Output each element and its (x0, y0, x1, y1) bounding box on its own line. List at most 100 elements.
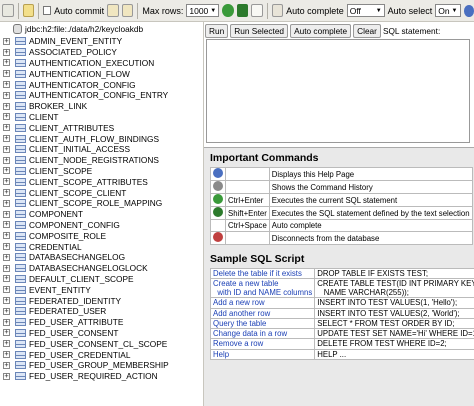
tree-table-row[interactable]: + AUTHENTICATION_FLOW (0, 68, 203, 79)
refresh-icon[interactable] (2, 4, 14, 17)
auto-complete-button[interactable]: Auto complete (290, 24, 352, 38)
tree-table-row[interactable]: + CLIENT_SCOPE_CLIENT (0, 187, 203, 198)
tree-table-row[interactable]: + CLIENT_SCOPE (0, 166, 203, 177)
expand-icon[interactable]: + (3, 156, 10, 164)
auto-complete-select[interactable]: Off ▼ (346, 4, 385, 17)
tree-table-row[interactable]: + CLIENT (0, 112, 203, 123)
expand-icon[interactable]: + (3, 297, 10, 305)
disconnect-icon (213, 232, 223, 242)
expand-icon[interactable]: + (3, 102, 10, 110)
tree-table-row[interactable]: + BROKER_LINK (0, 101, 203, 112)
tree-table-row[interactable]: + AUTHENTICATOR_CONFIG_ENTRY (0, 90, 203, 101)
tree-table-row[interactable]: + FED_USER_CREDENTIAL (0, 349, 203, 360)
expand-icon[interactable]: + (3, 210, 10, 218)
sample-link[interactable]: Help (213, 350, 312, 359)
sample-sql-cell: DROP TABLE IF EXISTS TEST; (314, 267, 474, 280)
run-selected-button[interactable]: Run Selected (230, 24, 289, 38)
expand-icon[interactable]: + (3, 37, 10, 45)
sample-sql-cell: CREATE TABLE TEST(ID INT PRIMARY KEY, NA… (314, 278, 474, 299)
sample-link[interactable]: Add another row (213, 309, 312, 318)
expand-icon[interactable]: + (3, 48, 10, 56)
tree-table-row[interactable]: + FED_USER_GROUP_MEMBERSHIP (0, 360, 203, 371)
expand-icon[interactable]: + (3, 318, 10, 326)
tree-table-row[interactable]: + COMPONENT_CONFIG (0, 220, 203, 231)
run-selected-icon[interactable] (236, 4, 249, 17)
tree-table-row[interactable]: + CLIENT_SCOPE_ROLE_MAPPING (0, 198, 203, 209)
expand-icon[interactable]: + (3, 135, 10, 143)
max-rows-select[interactable]: 1000 ▼ (186, 4, 220, 17)
sample-link[interactable]: Remove a row (213, 339, 312, 348)
tree-table-row[interactable]: + ADMIN_EVENT_ENTITY (0, 36, 203, 47)
tree-table-row[interactable]: + FED_USER_CONSENT_CL_SCOPE (0, 338, 203, 349)
tree-table-row[interactable]: + AUTHENTICATION_EXECUTION (0, 58, 203, 69)
expand-icon[interactable]: + (3, 329, 10, 337)
expand-icon[interactable]: + (3, 221, 10, 229)
sample-row: Add a new row INSERT INTO TEST VALUES(1, … (209, 297, 474, 309)
expand-icon[interactable]: + (3, 59, 10, 67)
table-name: DATABASECHANGELOGLOCK (29, 263, 148, 274)
command-icon-cell (210, 193, 226, 207)
tree-table-row[interactable]: + FED_USER_ATTRIBUTE (0, 317, 203, 328)
tree-table-row[interactable]: + DEFAULT_CLIENT_SCOPE (0, 274, 203, 285)
expand-icon[interactable]: + (3, 199, 10, 207)
key-icon[interactable] (22, 4, 35, 17)
tree-table-row[interactable]: + AUTHENTICATOR_CONFIG (0, 79, 203, 90)
expand-icon[interactable]: + (3, 361, 10, 369)
tree-table-row[interactable]: + FEDERATED_USER (0, 306, 203, 317)
sql-input[interactable] (206, 39, 470, 143)
auto-select-select[interactable]: On ▼ (435, 4, 461, 17)
tree-table-row[interactable]: + ASSOCIATED_POLICY (0, 47, 203, 58)
table-name: CLIENT_SCOPE_ROLE_MAPPING (29, 198, 163, 209)
sample-sql: SELECT * FROM TEST ORDER BY ID; (317, 318, 455, 328)
expand-icon[interactable]: + (3, 70, 10, 78)
table-icon (15, 134, 26, 143)
commit-icon[interactable] (121, 4, 134, 17)
tree-table-row[interactable]: + FED_USER_REQUIRED_ACTION (0, 371, 203, 382)
sample-link[interactable]: Add a new row (213, 298, 312, 307)
tree-table-row[interactable]: + DATABASECHANGELOG (0, 252, 203, 263)
history-icon[interactable] (251, 4, 263, 17)
run-button[interactable]: Run (205, 24, 229, 38)
expand-icon[interactable]: + (3, 113, 10, 121)
run-icon[interactable] (222, 4, 234, 17)
tree-table-row[interactable]: + CLIENT_NODE_REGISTRATIONS (0, 155, 203, 166)
sample-link[interactable]: Delete the table if it exists (213, 269, 312, 278)
sample-link[interactable]: Query the table (213, 319, 312, 328)
tree-table-row[interactable]: + FED_USER_CONSENT (0, 328, 203, 339)
sample-link[interactable]: with ID and NAME columns (213, 288, 312, 297)
help-icon[interactable] (463, 4, 474, 17)
rollback-icon[interactable] (107, 4, 119, 17)
expand-icon[interactable]: + (3, 243, 10, 251)
expand-icon[interactable]: + (3, 91, 10, 99)
tree-table-row[interactable]: + EVENT_ENTITY (0, 284, 203, 295)
tree-table-row[interactable]: + COMPOSITE_ROLE (0, 230, 203, 241)
sample-link[interactable]: Create a new table (213, 279, 312, 288)
tree-table-row[interactable]: + COMPONENT (0, 209, 203, 220)
auto-commit-checkbox[interactable] (43, 6, 52, 15)
expand-icon[interactable]: + (3, 178, 10, 186)
expand-icon[interactable]: + (3, 145, 10, 153)
tree-table-row[interactable]: + CLIENT_ATTRIBUTES (0, 122, 203, 133)
expand-icon[interactable]: + (3, 372, 10, 380)
tree-table-row[interactable]: + CLIENT_SCOPE_ATTRIBUTES (0, 176, 203, 187)
expand-icon[interactable]: + (3, 351, 10, 358)
expand-icon[interactable]: + (3, 253, 10, 261)
expand-icon[interactable]: + (3, 275, 10, 283)
sample-link[interactable]: Change data in a row (213, 329, 312, 338)
expand-icon[interactable]: + (3, 286, 10, 294)
tree-table-row[interactable]: + CLIENT_INITIAL_ACCESS (0, 144, 203, 155)
tree-table-row[interactable]: + CREDENTIAL (0, 241, 203, 252)
expand-icon[interactable]: + (3, 264, 10, 272)
tree-db-row[interactable]: jdbc:h2:file:./data/h2/keycloakdb (0, 22, 203, 36)
clear-button[interactable]: Clear (353, 24, 381, 38)
expand-icon[interactable]: + (3, 307, 10, 315)
expand-icon[interactable]: + (3, 167, 10, 175)
expand-icon[interactable]: + (3, 124, 10, 132)
tree-table-row[interactable]: + CLIENT_AUTH_FLOW_BINDINGS (0, 133, 203, 144)
expand-icon[interactable]: + (3, 81, 10, 89)
expand-icon[interactable]: + (3, 340, 10, 348)
tree-table-row[interactable]: + DATABASECHANGELOGLOCK (0, 263, 203, 274)
expand-icon[interactable]: + (3, 189, 10, 197)
expand-icon[interactable]: + (3, 232, 10, 240)
tree-table-row[interactable]: + FEDERATED_IDENTITY (0, 295, 203, 306)
